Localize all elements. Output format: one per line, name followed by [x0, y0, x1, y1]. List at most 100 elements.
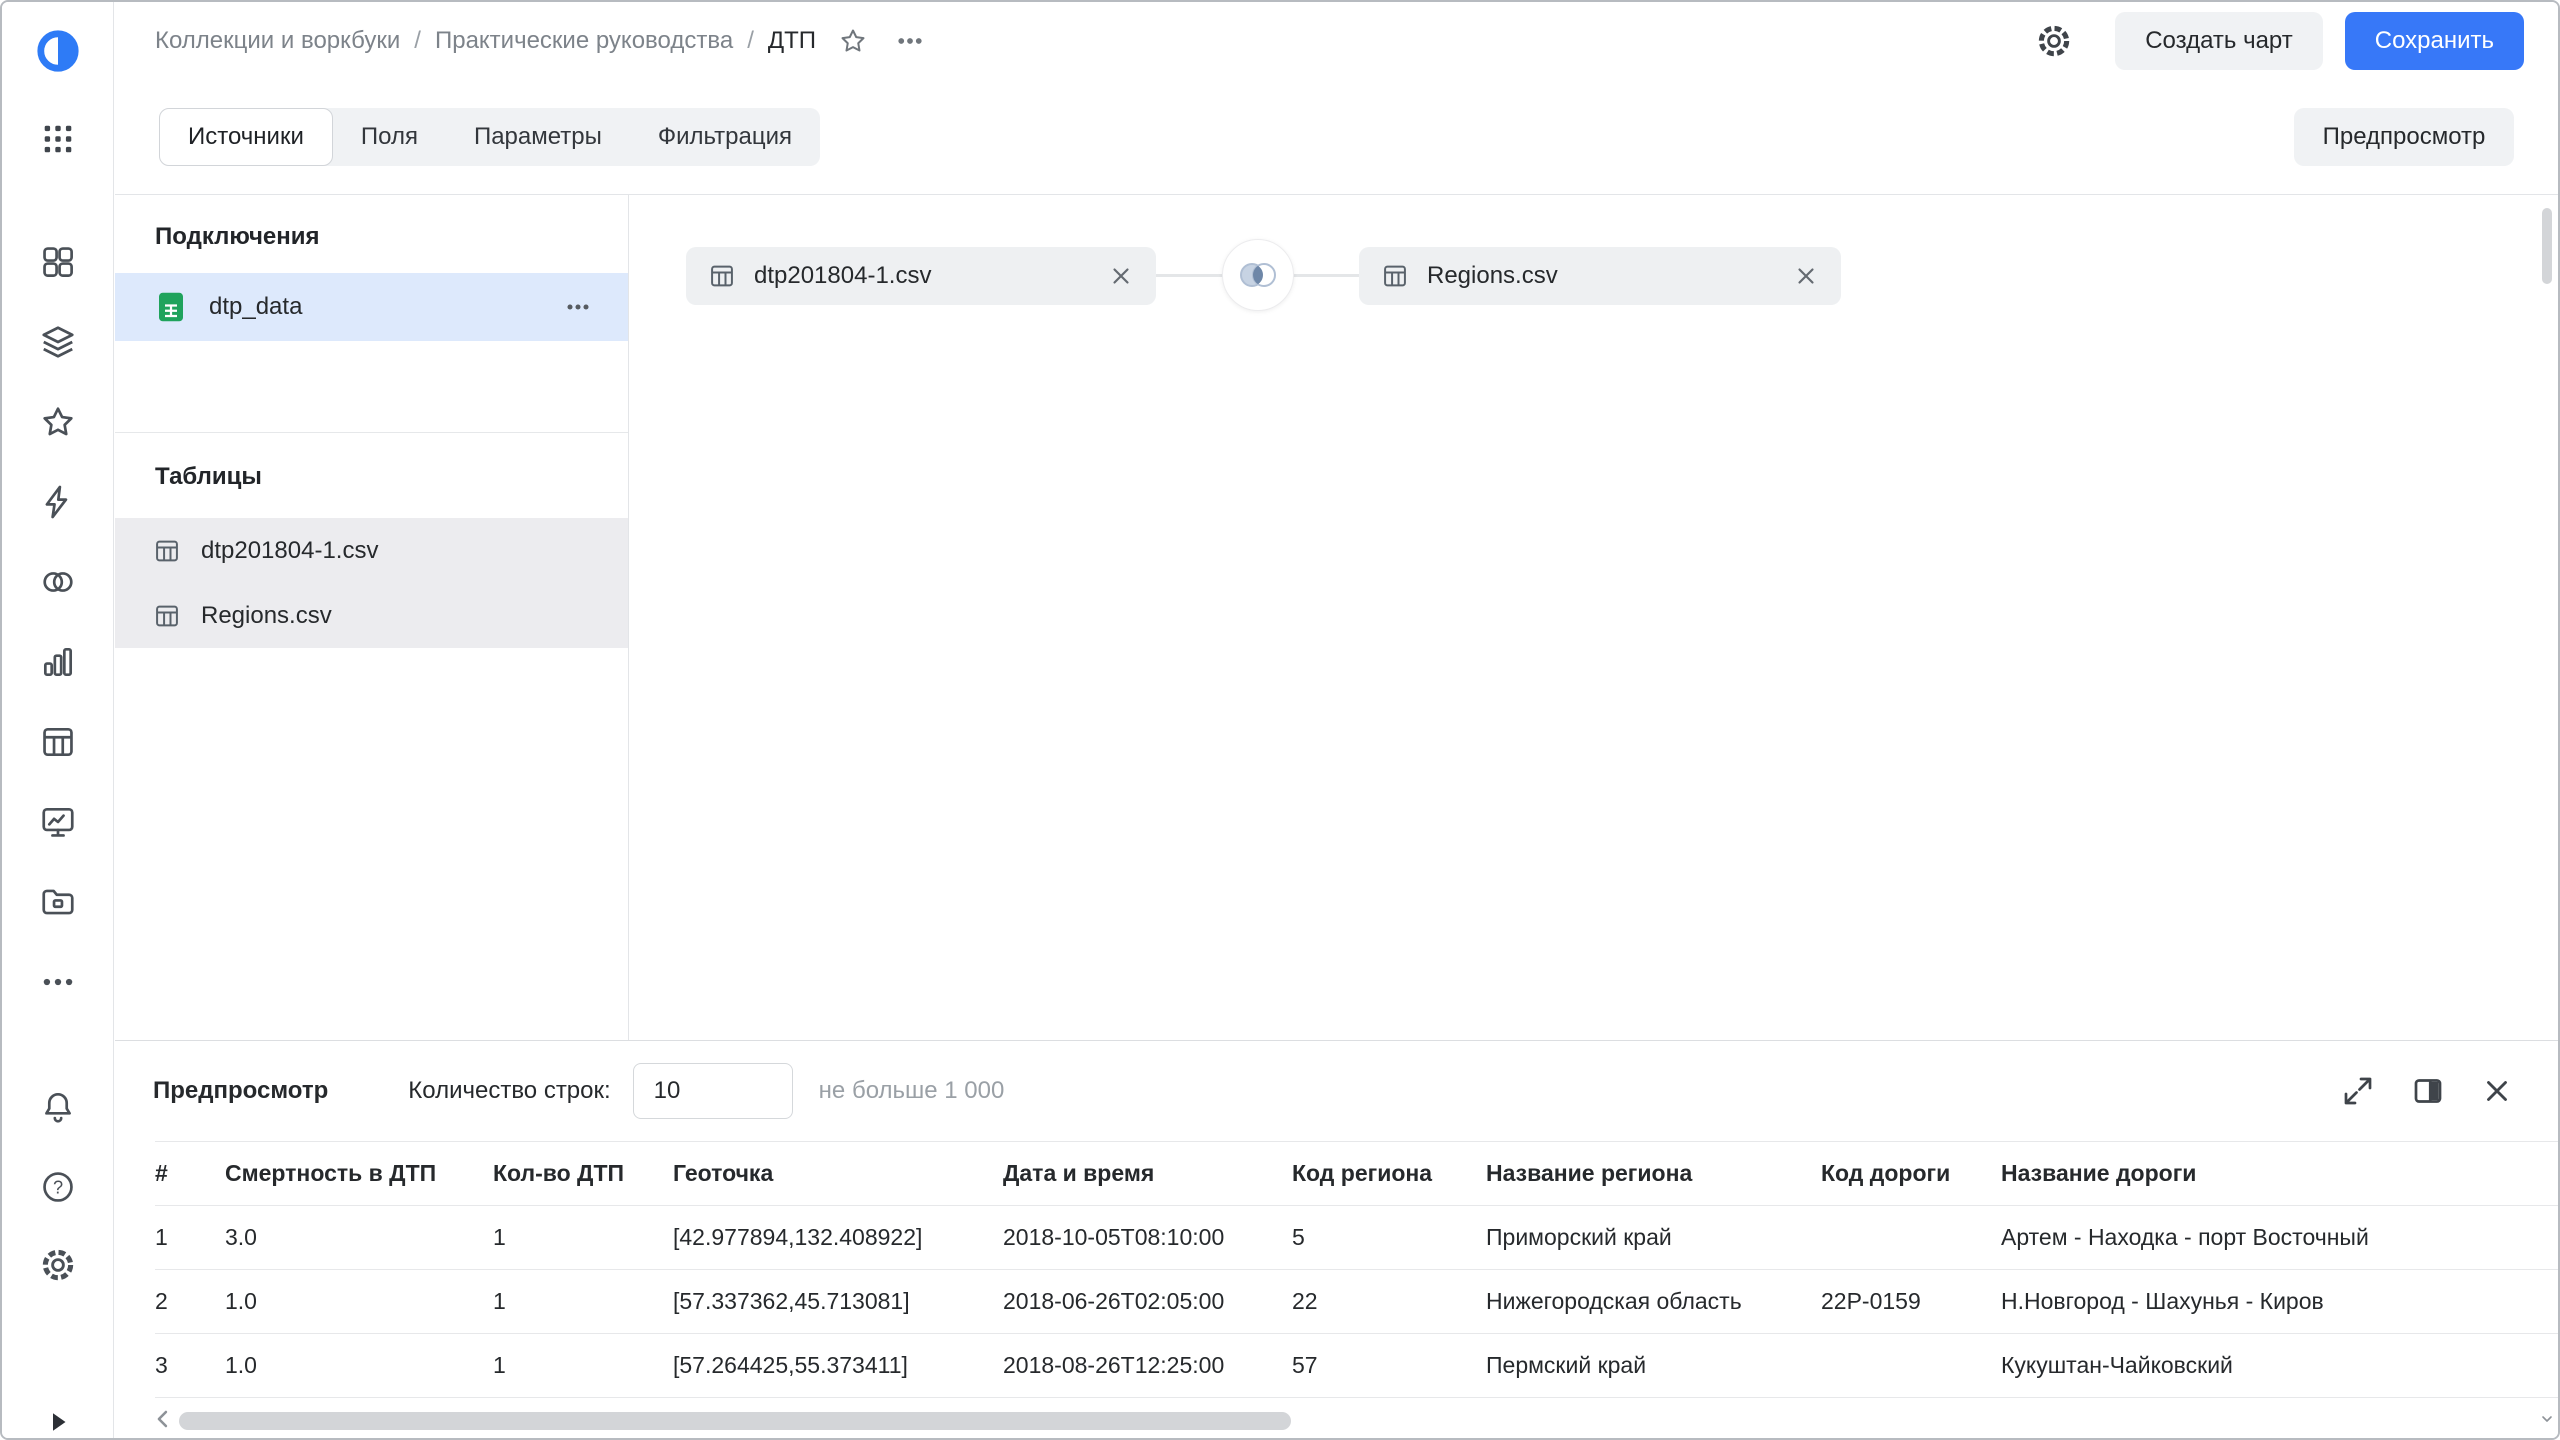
cell: 22: [1292, 1270, 1486, 1334]
datasets-rings-icon[interactable]: [2, 563, 114, 601]
connections-bolt-icon[interactable]: [2, 483, 114, 521]
svg-text:?: ?: [53, 1178, 63, 1198]
close-preview-icon[interactable]: [2480, 1074, 2514, 1108]
vertical-scrollbar-thumb[interactable]: [2542, 208, 2552, 284]
canvas-table-regions[interactable]: Regions.csv: [1359, 247, 1841, 305]
breadcrumb-collections[interactable]: Коллекции и воркбуки: [155, 27, 400, 55]
workbooks-icon[interactable]: [2, 323, 114, 361]
cell: [1821, 1334, 2001, 1398]
preview-panel-actions: [2340, 1073, 2514, 1109]
table-icon: [1381, 262, 1409, 290]
save-button[interactable]: Сохранить: [2345, 12, 2524, 70]
dock-preview-icon[interactable]: [2410, 1073, 2446, 1109]
remove-table-icon[interactable]: [1793, 263, 1819, 289]
tabs-group: Источники Поля Параметры Фильтрация: [159, 108, 820, 166]
cell: 1.0: [225, 1270, 493, 1334]
favorites-star-icon[interactable]: [2, 403, 114, 441]
cell: [57.337362,45.713081]: [673, 1270, 1003, 1334]
col-header-count: Кол-во ДТП: [493, 1142, 673, 1206]
cell: 1: [493, 1206, 673, 1270]
notifications-bell-icon[interactable]: [2, 1088, 114, 1126]
join-canvas: dtp201804-1.csv Regi: [630, 195, 2558, 1040]
dataset-settings-gear-icon[interactable]: [2035, 22, 2073, 60]
table-row: 2 1.0 1 [57.337362,45.713081] 2018-06-26…: [155, 1270, 2560, 1334]
cell: [1821, 1206, 2001, 1270]
more-icon[interactable]: [2, 963, 114, 1001]
breadcrumb-separator: /: [747, 27, 754, 55]
scroll-down-icon[interactable]: [2539, 1411, 2555, 1432]
table-row: 3 1.0 1 [57.264425,55.373411] 2018-08-26…: [155, 1334, 2560, 1398]
cell: 57: [1292, 1334, 1486, 1398]
table-list-item-dtp201804[interactable]: dtp201804-1.csv: [115, 518, 628, 583]
row-count-label: Количество строк:: [408, 1077, 610, 1105]
preview-table: # Смертность в ДТП Кол-во ДТП Геоточка Д…: [155, 1141, 2560, 1398]
horizontal-scrollbar-thumb[interactable]: [179, 1412, 1291, 1430]
dashboards-monitor-icon[interactable]: [2, 803, 114, 841]
content-area: Подключения dtp_data Таблицы: [115, 195, 2558, 1040]
col-header-mortality: Смертность в ДТП: [225, 1142, 493, 1206]
cell: [42.977894,132.408922]: [673, 1206, 1003, 1270]
cell: 1: [493, 1270, 673, 1334]
inner-join-venn-icon: [1235, 259, 1281, 291]
join-type-button[interactable]: [1222, 239, 1294, 311]
tab-filtering[interactable]: Фильтрация: [630, 108, 820, 166]
table-icon: [153, 537, 181, 565]
col-header-region-name: Название региона: [1486, 1142, 1821, 1206]
sidebar-expand-icon[interactable]: [2, 1407, 114, 1437]
datalens-logo-icon: [34, 27, 82, 75]
row-count-input[interactable]: [633, 1063, 793, 1119]
expand-preview-icon[interactable]: [2340, 1073, 2376, 1109]
breadcrumb-guides[interactable]: Практические руководства: [435, 27, 733, 55]
cell: 1: [493, 1334, 673, 1398]
breadcrumb-separator: /: [414, 27, 421, 55]
charts-icon[interactable]: [2, 643, 114, 681]
table-name: Regions.csv: [201, 602, 332, 630]
table-icon: [708, 262, 736, 290]
canvas-table-label: Regions.csv: [1427, 262, 1558, 290]
cell: 2018-06-26T02:05:00: [1003, 1270, 1292, 1334]
tab-fields[interactable]: Поля: [333, 108, 446, 166]
preview-panel: Предпросмотр Количество строк: не больше…: [115, 1040, 2558, 1438]
sheet-icon: [153, 289, 189, 325]
collections-icon[interactable]: [2, 243, 114, 281]
app-window: ? Коллекции и воркбуки / Практические ру…: [0, 0, 2560, 1440]
settings-gear-icon[interactable]: [2, 1246, 114, 1284]
preview-toggle-button[interactable]: Предпросмотр: [2294, 108, 2514, 166]
cell: 2018-08-26T12:25:00: [1003, 1334, 1292, 1398]
tab-parameters[interactable]: Параметры: [446, 108, 630, 166]
scroll-left-icon[interactable]: [149, 1405, 177, 1433]
apps-grid-icon[interactable]: [2, 120, 114, 158]
col-header-region-code: Код региона: [1292, 1142, 1486, 1206]
connection-name: dtp_data: [209, 293, 302, 321]
col-header-datetime: Дата и время: [1003, 1142, 1292, 1206]
tab-sources[interactable]: Источники: [159, 108, 333, 166]
cell: Нижегородская область: [1486, 1270, 1821, 1334]
panel-divider: [115, 432, 628, 433]
table-list-item-regions[interactable]: Regions.csv: [115, 583, 628, 648]
create-chart-button[interactable]: Создать чарт: [2115, 12, 2323, 70]
canvas-table-dtp201804[interactable]: dtp201804-1.csv: [686, 247, 1156, 305]
connection-menu-icon[interactable]: [562, 291, 594, 323]
cell: Артем - Находка - порт Восточный: [2001, 1206, 2560, 1270]
table-icon: [153, 602, 181, 630]
cell: Н.Новгород - Шахунья - Киров: [2001, 1270, 2560, 1334]
vertical-scrollbar[interactable]: [2539, 198, 2555, 1432]
help-icon[interactable]: ?: [2, 1168, 114, 1206]
sidebar: ?: [2, 2, 114, 1438]
favorite-star-icon[interactable]: [838, 26, 868, 56]
breadcrumb-current: ДТП: [768, 27, 816, 55]
col-header-geopoint: Геоточка: [673, 1142, 1003, 1206]
cell: 22Р-0159: [1821, 1270, 2001, 1334]
canvas-table-label: dtp201804-1.csv: [754, 262, 931, 290]
tables-icon[interactable]: [2, 723, 114, 761]
topbar: Коллекции и воркбуки / Практические руко…: [115, 2, 2558, 80]
connection-item-dtp-data[interactable]: dtp_data: [115, 273, 628, 341]
tables-list: dtp201804-1.csv Regions.csv: [115, 518, 628, 648]
connections-section-title: Подключения: [155, 223, 320, 251]
storage-folder-icon[interactable]: [2, 883, 114, 921]
entry-menu-ellipsis-icon[interactable]: [890, 26, 930, 56]
datalens-logo[interactable]: [2, 27, 114, 75]
row-count-hint: не больше 1 000: [819, 1077, 1005, 1105]
cell: 1: [155, 1206, 225, 1270]
remove-table-icon[interactable]: [1108, 263, 1134, 289]
